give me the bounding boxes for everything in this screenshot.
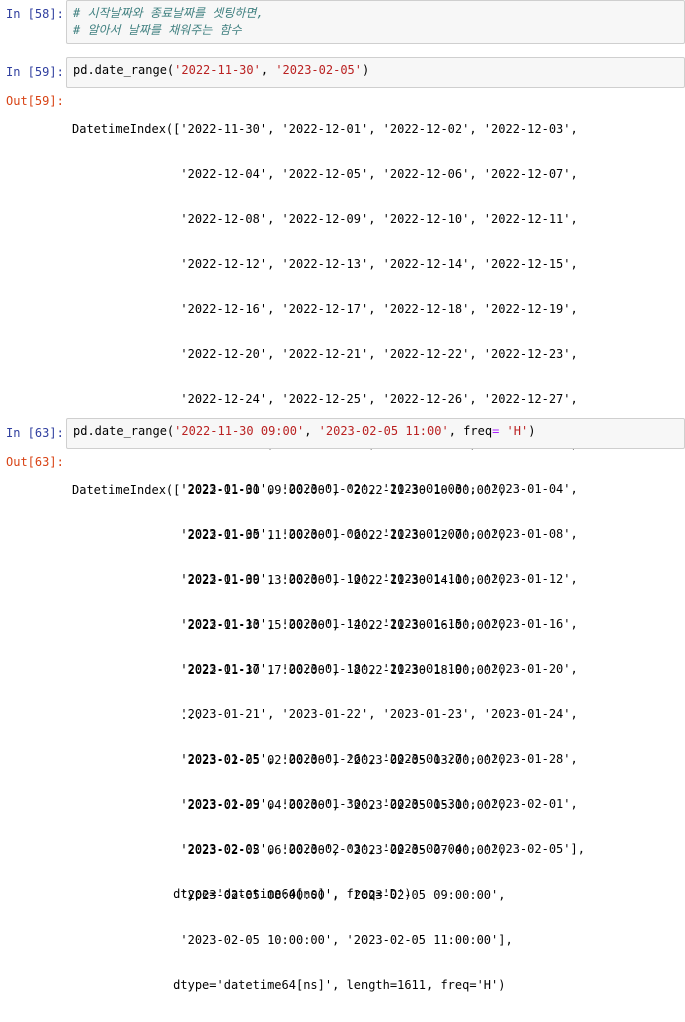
output-line: '2022-12-16', '2022-12-17', '2022-12-18'… [72,302,578,316]
code-line: pd.date_range('2022-11-30', '2023-02-05'… [73,62,678,79]
input-prompt: In [58]: [6,7,64,21]
code-input-63[interactable]: pd.date_range('2022-11-30 09:00', '2023-… [66,418,685,449]
code-string: '2023-02-05 11:00' [318,424,449,438]
code-keyword-arg: , freq [448,424,493,438]
code-separator: , [304,424,319,438]
output-area-63: DatetimeIndex(['2022-11-30 09:00:00', '2… [72,454,513,1022]
code-separator: , [260,63,276,77]
output-line: '2022-12-12', '2022-12-13', '2022-12-14'… [72,257,578,271]
code-string: '2023-02-05' [275,63,363,77]
output-line: '2022-11-30 13:00:00', '2022-11-30 14:00… [72,573,506,587]
output-line: '2022-11-30 11:00:00', '2022-11-30 12:00… [72,528,506,542]
output-line: '2022-12-04', '2022-12-05', '2022-12-06'… [72,167,578,181]
output-line: '2022-12-20', '2022-12-21', '2022-12-22'… [72,347,578,361]
code-input-58[interactable]: # 시작날짜와 종료날짜를 셋팅하면, # 알아서 날짜를 채워주는 함수 [66,0,685,44]
comment-line: # 시작날짜와 종료날짜를 셋팅하면, [73,6,264,20]
code-string: 'H' [506,424,529,438]
code-function: pd.date_range( [73,63,175,77]
output-line: '2022-12-08', '2022-12-09', '2022-12-10'… [72,212,578,226]
output-line: DatetimeIndex(['2022-11-30', '2022-12-01… [72,122,578,136]
output-line: '2022-11-30 17:00:00', '2022-11-30 18:00… [72,663,506,677]
output-line: '2022-12-24', '2022-12-25', '2022-12-26'… [72,392,578,406]
input-prompt: In [59]: [6,65,64,79]
output-line: '2023-02-05 02:00:00', '2023-02-05 03:00… [72,753,506,767]
output-prompt: Out[59]: [6,94,64,108]
output-line: DatetimeIndex(['2022-11-30 09:00:00', '2… [72,483,506,497]
code-function: pd.date_range( [73,424,175,438]
output-line: '2023-02-05 06:00:00', '2023-02-05 07:00… [72,843,506,857]
output-line: '2023-02-05 10:00:00', '2023-02-05 11:00… [72,933,513,947]
comment-line: # 알아서 날짜를 채워주는 함수 [73,23,242,37]
output-line: dtype='datetime64[ns]', length=1611, fre… [72,978,506,992]
code-line: pd.date_range('2022-11-30 09:00', '2023-… [73,423,678,440]
input-prompt: In [63]: [6,426,64,440]
output-line: '2023-02-05 04:00:00', '2023-02-05 05:00… [72,798,506,812]
output-line: '2023-02-05 08:00:00', '2023-02-05 09:00… [72,888,506,902]
code-input-59[interactable]: pd.date_range('2022-11-30', '2023-02-05'… [66,57,685,88]
code-paren: ) [528,424,536,438]
output-line: '2022-11-30 15:00:00', '2022-11-30 16:00… [72,618,506,632]
output-prompt: Out[63]: [6,455,64,469]
code-paren: ) [362,63,370,77]
code-string: '2022-11-30 09:00' [174,424,305,438]
code-string: '2022-11-30' [174,63,261,77]
output-line: ... [72,708,203,722]
